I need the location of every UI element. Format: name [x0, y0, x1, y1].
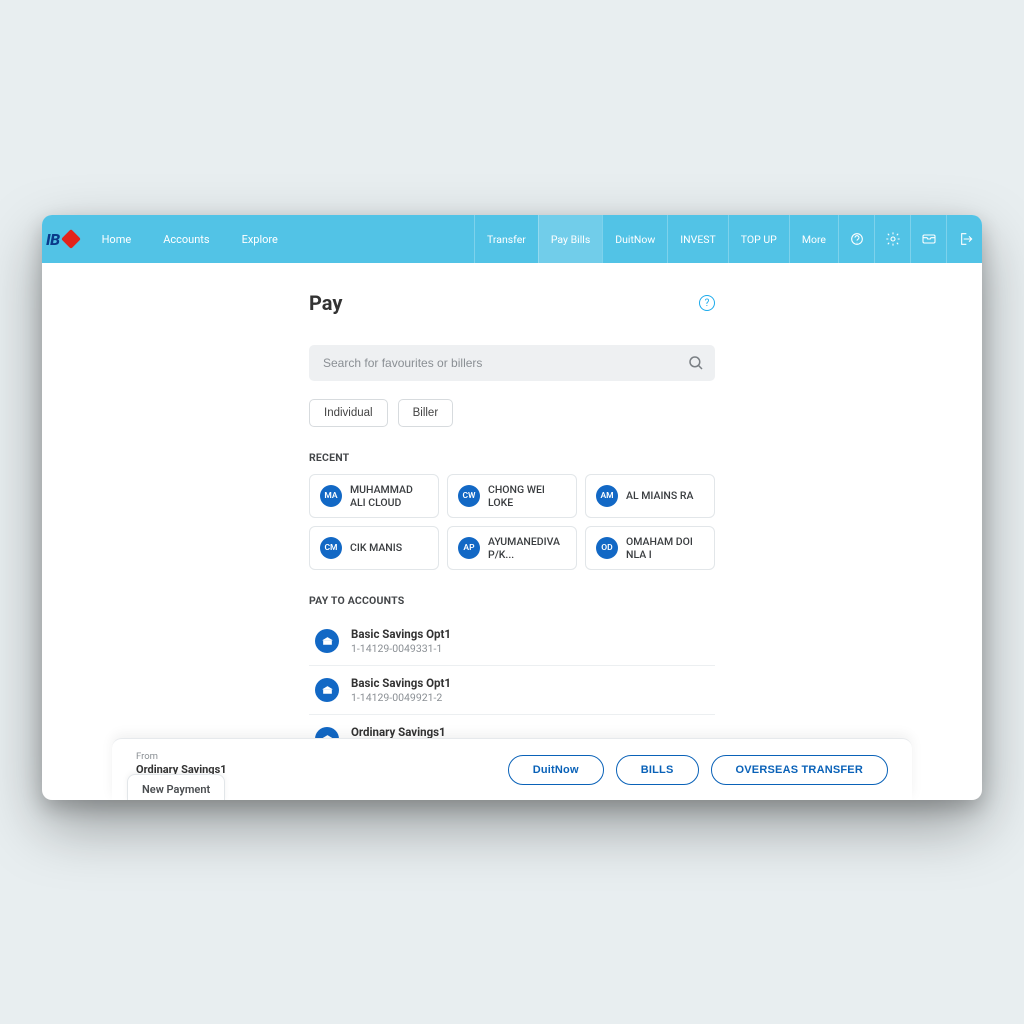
brand-text: IB [46, 230, 60, 249]
pay-to-accounts-label: PAY TO ACCOUNTS [309, 594, 715, 607]
account-row[interactable]: Basic Savings Opt1 1-14129-0049331-1 [309, 617, 715, 666]
search-icon[interactable] [687, 354, 705, 372]
avatar: AP [458, 537, 480, 559]
filter-individual[interactable]: Individual [309, 399, 388, 427]
avatar: AM [596, 485, 618, 507]
recent-name: OMAHAM DOI NLA I [626, 535, 704, 561]
content-column: Pay ? Individual Biller RECENT MA MUHAMM… [309, 291, 715, 782]
tab-invest[interactable]: INVEST [667, 215, 728, 263]
tab-more[interactable]: More [789, 215, 838, 263]
nav-home[interactable]: Home [86, 215, 148, 263]
tab-transfer[interactable]: Transfer [474, 215, 538, 263]
logout-icon[interactable] [946, 215, 982, 263]
avatar: MA [320, 485, 342, 507]
bottom-actions: DuitNow BILLS OVERSEAS TRANSFER [508, 755, 888, 785]
tab-pay-bills[interactable]: Pay Bills [538, 215, 602, 263]
account-number: 1-14129-0049331-1 [351, 642, 451, 655]
settings-icon[interactable] [874, 215, 910, 263]
recent-card[interactable]: CM CIK MANIS [309, 526, 439, 570]
recent-card[interactable]: MA MUHAMMAD ALI CLOUD [309, 474, 439, 518]
from-label: From [136, 751, 227, 762]
top-navbar: IB Home Accounts Explore Transfer Pay Bi… [42, 215, 982, 263]
filter-row: Individual Biller [309, 399, 715, 427]
recent-card[interactable]: OD OMAHAM DOI NLA I [585, 526, 715, 570]
search-wrap [309, 345, 715, 381]
support-icon[interactable] [838, 215, 874, 263]
account-name: Basic Savings Opt1 [351, 676, 451, 690]
diamond-icon [61, 229, 81, 249]
recent-section-label: RECENT [309, 451, 715, 464]
account-name: Ordinary Savings1 [351, 725, 446, 739]
main-area: Pay ? Individual Biller RECENT MA MUHAMM… [42, 263, 982, 800]
avatar: CW [458, 485, 480, 507]
nav-explore[interactable]: Explore [226, 215, 294, 263]
recent-card[interactable]: CW CHONG WEI LOKE [447, 474, 577, 518]
account-text: Basic Savings Opt1 1-14129-0049921-2 [351, 676, 451, 704]
account-text: Basic Savings Opt1 1-14129-0049331-1 [351, 627, 451, 655]
tab-topup[interactable]: TOP UP [728, 215, 789, 263]
search-input[interactable] [309, 345, 715, 381]
bottom-panel: From Ordinary Savings1 MYR 11.03 DuitNow… [112, 738, 912, 800]
nav-right-group: Transfer Pay Bills DuitNow INVEST TOP UP… [474, 215, 982, 263]
account-icon [315, 678, 339, 702]
overseas-transfer-button[interactable]: OVERSEAS TRANSFER [711, 755, 888, 785]
tab-duitnow[interactable]: DuitNow [602, 215, 667, 263]
nav-left-group: Home Accounts Explore [86, 215, 294, 263]
recent-name: AL MIAINS RA [626, 489, 693, 502]
recent-grid: MA MUHAMMAD ALI CLOUD CW CHONG WEI LOKE … [309, 474, 715, 570]
avatar: CM [320, 537, 342, 559]
app-window: IB Home Accounts Explore Transfer Pay Bi… [42, 215, 982, 800]
account-number: 1-14129-0049921-2 [351, 691, 451, 704]
filter-biller[interactable]: Biller [398, 399, 454, 427]
recent-name: CHONG WEI LOKE [488, 483, 566, 509]
recent-name: MUHAMMAD ALI CLOUD [350, 483, 428, 509]
recent-card[interactable]: AP AYUMANEDIVA P/K... [447, 526, 577, 570]
account-name: Basic Savings Opt1 [351, 627, 451, 641]
account-icon [315, 629, 339, 653]
avatar: OD [596, 537, 618, 559]
account-row[interactable]: Basic Savings Opt1 1-14129-0049921-2 [309, 666, 715, 715]
brand-logo[interactable]: IB [42, 215, 86, 263]
recent-name: AYUMANEDIVA P/K... [488, 535, 566, 561]
nav-accounts[interactable]: Accounts [147, 215, 225, 263]
page-title-row: Pay ? [309, 291, 715, 315]
recent-card[interactable]: AM AL MIAINS RA [585, 474, 715, 518]
bills-button[interactable]: BILLS [616, 755, 699, 785]
recent-name: CIK MANIS [350, 541, 402, 554]
duitnow-button[interactable]: DuitNow [508, 755, 604, 785]
help-icon[interactable]: ? [699, 295, 715, 311]
page-title: Pay [309, 291, 342, 315]
inbox-icon[interactable] [910, 215, 946, 263]
new-payment-tab[interactable]: New Payment [127, 774, 225, 800]
